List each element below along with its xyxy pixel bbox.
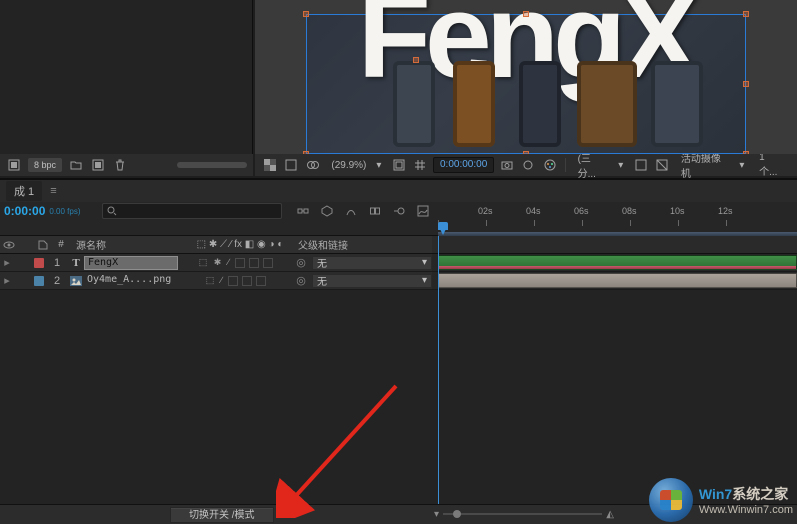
project-thumb-slider[interactable] [177,162,247,168]
mask-toggle-icon[interactable] [304,156,321,174]
watermark-title-a: Win7 [699,486,732,502]
timeline-fps-hint: 0.00 fps) [49,207,80,216]
timeline-tabs: 成 1 ≡ [0,180,797,202]
viewer-toolbar: (29.9%) ▾ 0:00:00:00 (三分... ▾ 活动摄像机 ▾ 1 … [255,154,797,176]
zoom-out-icon[interactable]: ▾ [434,509,439,520]
col-parent-link[interactable]: 父级和链接 [294,237,432,252]
chevron-down-icon[interactable]: ▾ [739,160,749,171]
new-comp-icon[interactable] [90,157,106,173]
layer-index: 1 [46,257,68,269]
col-label-icon[interactable] [36,240,50,250]
twirl-icon[interactable]: ▸ [0,274,14,287]
viewer-views[interactable]: 1 个... [753,152,791,178]
layer-index: 2 [46,275,68,287]
show-channel-icon[interactable] [520,156,537,174]
chevron-down-icon[interactable]: ▾ [618,160,628,171]
trash-icon[interactable] [112,157,128,173]
col-switches[interactable]: ⬚ ✱ ⟋ ∕ fx ◧ ◉ ◑ ◐ [186,239,294,250]
col-number[interactable]: # [50,239,72,250]
layer-duration-bar[interactable] [438,255,797,270]
watermark-url: Www.Winwin7.com [699,504,793,516]
comp-preview[interactable]: FengX [306,14,746,154]
viewer-canvas[interactable]: FengX [255,0,797,154]
twirl-icon[interactable]: ▸ [0,256,14,269]
alpha-toggle-icon[interactable] [261,156,278,174]
layer-color-label[interactable] [32,276,46,286]
toggle-switches-modes-button[interactable]: 切换开关 /模式 [170,507,274,523]
chevron-down-icon[interactable]: ▾ [376,160,386,171]
layer-duration-bar[interactable] [438,273,797,288]
viewer-camera[interactable]: 活动摄像机 [675,150,735,180]
project-panel: 8 bpc [0,0,253,176]
timeline-tab-comp1[interactable]: 成 1 [6,181,42,201]
layer-type-icon: T [68,257,84,269]
col-visibility-icon[interactable] [0,240,18,250]
viewer-zoom[interactable]: (29.9%) [325,160,372,171]
pickwhip-icon[interactable]: ◎ [294,274,308,287]
shy-icon[interactable] [342,202,360,220]
snapshot-icon[interactable] [498,156,515,174]
project-footer: 8 bpc [0,154,253,176]
timeline-search-input[interactable] [121,206,277,217]
roi-icon[interactable] [632,156,649,174]
color-mgmt-icon[interactable] [541,156,558,174]
playhead-line[interactable] [438,236,439,504]
chevron-down-icon: ▾ [422,275,427,286]
layer-switches[interactable]: ⬚ ∕ [182,275,290,286]
motion-blur-icon[interactable] [390,202,408,220]
channel-toggle-icon[interactable] [282,156,299,174]
pickwhip-icon[interactable]: ◎ [294,256,308,269]
watermark: Win7系统之家 Www.Winwin7.com [649,478,793,522]
layer-switches[interactable]: ⬚ ✱ ∕ [182,257,290,268]
layer-row[interactable]: ▸ 2 Oy4me_A....png ⬚ ∕ ◎ 无▾ [0,272,797,290]
graph-editor-icon[interactable] [414,202,432,220]
chevron-down-icon: ▾ [422,257,427,268]
draft3d-icon[interactable] [318,202,336,220]
layer-row[interactable]: ▸ 1 T FengX ⬚ ✱ ∕ ◎ 无▾ [0,254,797,272]
parent-dropdown[interactable]: 无▾ [312,256,432,270]
timeline-panel: 成 1 ≡ 0:00:00 0.00 fps) [0,178,797,524]
viewer-resolution[interactable]: (三分... [572,150,615,180]
layer-type-icon [68,276,84,286]
search-icon [107,206,117,216]
layer-color-label[interactable] [32,258,46,268]
timeline-timecode[interactable]: 0:00:00 [4,204,45,218]
viewer-timecode[interactable]: 0:00:00:00 [433,157,494,173]
playhead[interactable] [438,222,448,236]
timeline-column-header: # 源名称 ⬚ ✱ ⟋ ∕ fx ◧ ◉ ◑ ◐ 父级和链接 [0,236,797,254]
timeline-zoom-control[interactable]: ▾ ◭ [434,506,614,522]
new-folder-icon[interactable] [68,157,84,173]
col-source-name[interactable]: 源名称 [72,237,186,252]
frame-blend-icon[interactable] [366,202,384,220]
parent-dropdown[interactable]: 无▾ [312,274,432,288]
timeline-search[interactable] [102,203,282,219]
transparency-grid-icon[interactable] [653,156,670,174]
composition-viewer: FengX (29.9%) ▾ 0:00:00:00 [255,0,797,176]
interpret-footage-icon[interactable] [6,157,22,173]
layer-name[interactable]: FengX [84,256,182,270]
work-area-bar[interactable] [438,232,797,236]
comp-mini-flowchart-icon[interactable] [294,202,312,220]
grid-icon[interactable] [412,156,429,174]
layer-name[interactable]: Oy4me_A....png [84,274,182,288]
windows-logo-icon [649,478,693,522]
zoom-mountain-icon[interactable]: ◭ [606,509,614,520]
watermark-title-b: 系统之家 [732,486,788,502]
time-ruler[interactable]: 02s04s06s08s10s12s [432,202,797,236]
panel-menu-icon[interactable]: ≡ [50,185,56,197]
safe-zones-icon[interactable] [390,156,407,174]
project-bpc[interactable]: 8 bpc [28,158,62,172]
